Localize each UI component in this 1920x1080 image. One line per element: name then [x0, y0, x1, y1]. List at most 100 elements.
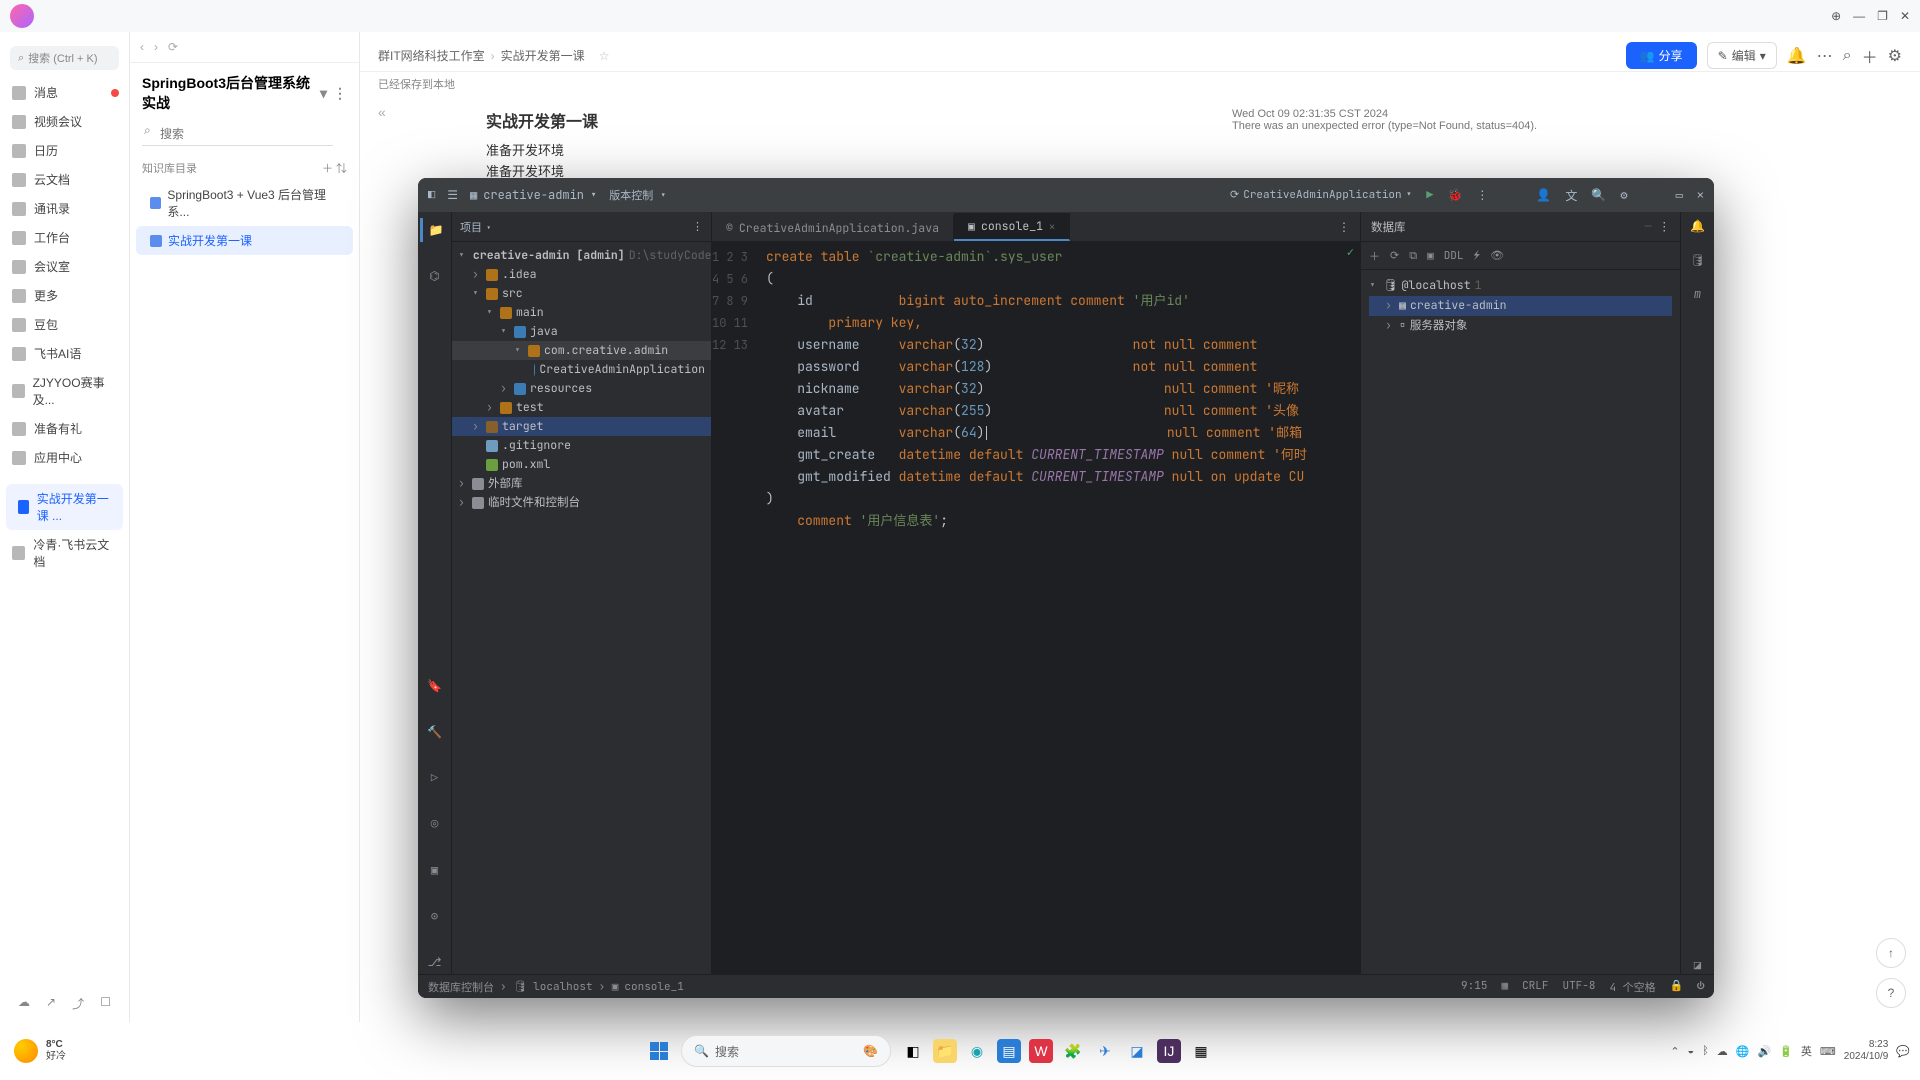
bell-icon[interactable]: 🔔: [1787, 46, 1807, 66]
db-eye-icon[interactable]: 👁: [1490, 249, 1504, 263]
rail-gift[interactable]: 准备有礼: [0, 414, 129, 443]
tray-ime2-icon[interactable]: ⌨: [1820, 1045, 1836, 1058]
ide-gear-icon[interactable]: ⚙: [1620, 187, 1627, 203]
workspace-search[interactable]: [142, 123, 333, 146]
editor-tab-2[interactable]: ▣ console_1 ✕: [954, 213, 1070, 241]
debug-icon[interactable]: 🐞: [1447, 187, 1462, 203]
open-tab-doc1[interactable]: 实战开发第一课 ...: [6, 484, 123, 530]
tray-notif-icon[interactable]: 💬: [1896, 1045, 1910, 1058]
db-add-icon[interactable]: ＋: [1369, 248, 1380, 264]
doc-item-1[interactable]: SpringBoot3 + Vue3 后台管理系...: [136, 180, 353, 226]
tab-close-icon[interactable]: ✕: [1049, 220, 1055, 233]
doc-item-2[interactable]: 实战开发第一课: [136, 226, 353, 255]
tree-node[interactable]: ›resources: [452, 379, 711, 398]
tray-graph-icon[interactable]: ⤴: [72, 995, 84, 1012]
db-copy-icon[interactable]: ⧉: [1409, 249, 1417, 263]
tree-node[interactable]: ▾java: [452, 322, 711, 341]
tree-root[interactable]: ▾creative-admin [admin] D:\studyCode\cre…: [452, 246, 711, 265]
rail-video[interactable]: 视频会议: [0, 107, 129, 136]
close-icon[interactable]: ✕: [1900, 9, 1910, 23]
db-refresh-icon[interactable]: ⟳: [1390, 249, 1399, 263]
rail-docs[interactable]: 云文档: [0, 165, 129, 194]
tb-explorer-icon[interactable]: 📁: [933, 1039, 957, 1063]
ide-search-icon[interactable]: 🔍: [1591, 187, 1606, 203]
ide-logo-icon[interactable]: ◧: [428, 187, 435, 203]
tray-share-icon[interactable]: ↗: [46, 995, 56, 1012]
tb-feishu-icon[interactable]: ✈: [1093, 1039, 1117, 1063]
notifications-icon[interactable]: 🔔: [1690, 218, 1705, 234]
status-host[interactable]: localhost: [533, 980, 592, 994]
tray-steam-icon[interactable]: ◒: [1688, 1045, 1695, 1057]
minimize-icon[interactable]: —: [1853, 9, 1865, 23]
start-button[interactable]: [647, 1039, 671, 1063]
tree-node[interactable]: pom.xml: [452, 455, 711, 474]
rail-appcenter[interactable]: 应用中心: [0, 443, 129, 472]
tree-node[interactable]: ▾src: [452, 284, 711, 303]
run-tool-icon[interactable]: ▷: [420, 766, 450, 790]
add-icon[interactable]: ＋: [322, 163, 333, 175]
status-console[interactable]: console_1: [624, 980, 683, 994]
translate-icon[interactable]: 文: [1565, 187, 1577, 204]
avatar[interactable]: [10, 4, 34, 28]
more-icon[interactable]: ⋯: [1817, 46, 1833, 66]
rail-messages[interactable]: 消息: [0, 78, 129, 107]
help-icon[interactable]: ?: [1876, 978, 1906, 1008]
nav-reload-icon[interactable]: ⟳: [168, 40, 178, 54]
maven-tool-icon[interactable]: m: [1694, 286, 1701, 302]
rail-ai[interactable]: 飞书AI语: [0, 339, 129, 368]
tree-node-selected[interactable]: ›target: [452, 417, 711, 436]
tree-node[interactable]: ›test: [452, 398, 711, 417]
git-icon[interactable]: ⎇: [420, 950, 450, 974]
rail-meeting[interactable]: 会议室: [0, 252, 129, 281]
run-config[interactable]: ⟳ CreativeAdminApplication ▾: [1230, 188, 1412, 202]
ws-menu-icon[interactable]: ⋮: [333, 85, 347, 102]
rail-more[interactable]: 更多: [0, 281, 129, 310]
restore-icon[interactable]: ❐: [1877, 9, 1888, 23]
ai-tool-icon[interactable]: ◪: [1694, 958, 1701, 974]
tb-app1-icon[interactable]: W: [1029, 1039, 1053, 1063]
services-icon[interactable]: ◎: [420, 812, 450, 836]
project-panel-title[interactable]: 项目▾: [460, 219, 491, 235]
db-filter-icon[interactable]: ⚡: [1474, 249, 1481, 263]
terminal-icon[interactable]: ▣: [420, 858, 450, 882]
rail-zjy[interactable]: ZJYYOO赛事及...: [0, 368, 129, 414]
weather-widget[interactable]: 8°C好冷: [0, 1022, 240, 1080]
db-node[interactable]: ▾🛢 @localhost 1: [1369, 276, 1672, 296]
project-selector[interactable]: ▦ creative-admin ▾: [470, 187, 597, 203]
tray-up-icon[interactable]: ⌃: [1670, 1045, 1679, 1058]
tb-store-icon[interactable]: ▤: [997, 1039, 1021, 1063]
tray-ime-icon[interactable]: 英: [1801, 1043, 1812, 1059]
hamburger-icon[interactable]: ☰: [447, 187, 458, 203]
tb-edge-icon[interactable]: ◉: [965, 1039, 989, 1063]
tb-vscode-icon[interactable]: ◪: [1125, 1039, 1149, 1063]
share-button[interactable]: 👥 分享: [1626, 42, 1697, 69]
tree-node[interactable]: ▾com.creative.admin: [452, 341, 711, 360]
tray-clock[interactable]: 8:232024/10/9: [1844, 1039, 1889, 1063]
db-stop-icon[interactable]: ▣: [1427, 249, 1434, 263]
build-icon[interactable]: 🔨: [420, 720, 450, 744]
gear-icon[interactable]: ⚙: [1888, 46, 1902, 66]
database-tool-icon[interactable]: 🛢: [1690, 252, 1705, 268]
open-tab-doc2[interactable]: 冷青·飞书云文档: [0, 530, 129, 576]
scroll-top-icon[interactable]: ↑: [1876, 938, 1906, 968]
code-editor[interactable]: ✓ 1 2 3 4 5 6 7 8 9 10 11 12 13 create t…: [712, 242, 1360, 974]
rail-workbench[interactable]: 工作台: [0, 223, 129, 252]
tree-node[interactable]: ›.idea: [452, 265, 711, 284]
vcs-menu[interactable]: 版本控制 ▾: [609, 187, 666, 203]
taskbar-search[interactable]: 🔍 搜索🎨: [681, 1035, 891, 1067]
editor-tab-1[interactable]: © CreativeAdminApplication.java: [712, 215, 954, 241]
structure-tool-icon[interactable]: ⌬: [420, 264, 450, 288]
people-icon[interactable]: 👤: [1536, 187, 1551, 203]
panel-hide-icon[interactable]: —: [1645, 219, 1652, 234]
tb-taskview-icon[interactable]: ◧: [901, 1039, 925, 1063]
chevron-down-icon[interactable]: ▾: [320, 85, 327, 102]
tree-node[interactable]: CreativeAdminApplication: [452, 360, 711, 379]
run-icon[interactable]: ▶: [1426, 187, 1433, 203]
rail-calendar[interactable]: 日历: [0, 136, 129, 165]
tb-app3-icon[interactable]: ▦: [1189, 1039, 1213, 1063]
tb-app2-icon[interactable]: 🧩: [1061, 1039, 1085, 1063]
status-lock-icon[interactable]: 🔒: [1670, 979, 1684, 995]
tray-cloud-icon[interactable]: ☁: [18, 995, 30, 1012]
ide-close-icon[interactable]: ✕: [1697, 187, 1704, 203]
plus-icon[interactable]: ＋: [1862, 44, 1878, 68]
